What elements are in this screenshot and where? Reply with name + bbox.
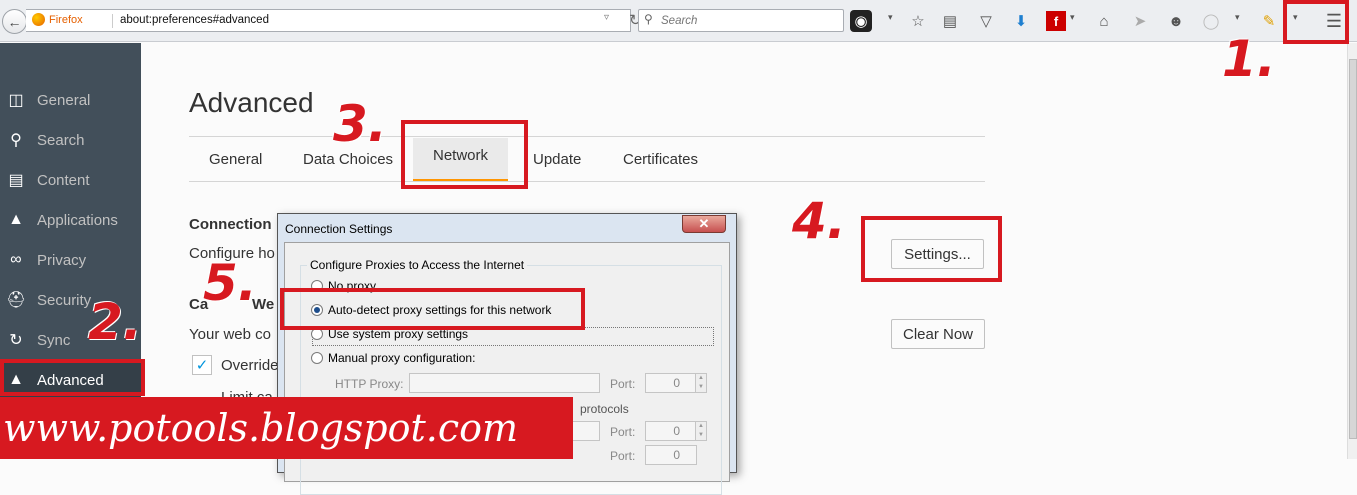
reading-list-icon[interactable]: ▤	[938, 9, 962, 33]
annotation-box-auto-detect	[280, 288, 585, 330]
dialog-title: Connection Settings	[285, 222, 393, 236]
dialog-close-button[interactable]: ✕	[682, 215, 726, 233]
ssl-port-label: Port:	[610, 425, 636, 439]
annotation-number-4: 4.	[792, 192, 846, 250]
annotation-number-5: 5.	[203, 254, 257, 312]
browser-toolbar: ← Firefox about:preferences#advanced ▿ ↻…	[0, 0, 1357, 42]
ssl-port-spinner[interactable]: ▲ ▼	[695, 421, 707, 441]
disabled-addon-icon[interactable]: ◯	[1199, 9, 1223, 33]
tabs-top-divider	[189, 136, 985, 137]
back-button[interactable]: ←	[2, 9, 27, 34]
chat-icon[interactable]: ☻	[1164, 9, 1188, 33]
http-port-input[interactable]: 0	[645, 373, 697, 393]
ftp-port-input[interactable]: 0	[645, 445, 697, 465]
identity-badge[interactable]: Firefox	[32, 13, 83, 26]
general-icon: ◫	[8, 92, 24, 109]
scrollbar-thumb[interactable]	[1349, 59, 1357, 439]
tab-data-choices[interactable]: Data Choices	[303, 151, 393, 168]
firefox-logo-icon	[32, 13, 45, 26]
connection-heading: Connection	[189, 216, 272, 233]
send-icon[interactable]: ➤	[1128, 9, 1152, 33]
watermark-banner: www.potools.blogspot.com	[0, 397, 573, 459]
ssl-port-input[interactable]: 0	[645, 421, 697, 441]
url-text[interactable]: about:preferences#advanced	[120, 14, 269, 26]
home-icon[interactable]: ⌂	[1092, 9, 1116, 33]
mask-icon: ∞	[10, 251, 22, 268]
annotation-number-1: 1.	[1222, 30, 1276, 88]
annotation-box-network-tab	[401, 120, 528, 189]
checkmark-icon: ✓	[195, 357, 209, 374]
sidebar-item-content[interactable]: ▤ Content	[0, 160, 141, 200]
annotation-box-advanced	[0, 359, 145, 396]
vertical-scrollbar[interactable]	[1347, 43, 1357, 459]
download-icon[interactable]: ⬇	[1009, 9, 1033, 33]
tab-certificates[interactable]: Certificates	[623, 151, 698, 168]
sidebar-item-applications[interactable]: ▲ Applications	[0, 200, 141, 240]
spin-up-icon: ▲	[698, 375, 704, 381]
all-protocols-label: protocols	[580, 402, 629, 416]
sidebar-item-privacy[interactable]: ∞ Privacy	[0, 240, 141, 280]
http-proxy-label: HTTP Proxy:	[335, 377, 404, 391]
bookmark-star-icon[interactable]: ☆	[906, 9, 930, 33]
proxy-group-label: Configure Proxies to Access the Internet	[307, 258, 528, 272]
helmet-icon: ⛑	[6, 292, 27, 309]
url-bar[interactable]: Firefox about:preferences#advanced ▿ ↻	[26, 9, 642, 32]
flash-icon[interactable]: f	[1046, 11, 1066, 31]
spin-up-icon: ▲	[698, 423, 704, 429]
spin-down-icon: ▼	[698, 384, 704, 390]
http-port-spinner[interactable]: ▲ ▼	[695, 373, 707, 393]
annotation-box-menu	[1283, 0, 1349, 44]
clear-now-button[interactable]: Clear Now	[891, 319, 985, 349]
annotation-box-settings	[861, 216, 1002, 282]
magnifier-icon: ⚲	[644, 12, 653, 26]
camera-extension-icon[interactable]: ◉	[850, 10, 872, 32]
extension-dropdown-icon[interactable]: ▾	[888, 12, 893, 23]
sidebar-item-general[interactable]: ◫ General	[0, 80, 141, 120]
http-port-label: Port:	[610, 377, 636, 391]
cache-description: Your web co	[189, 326, 272, 343]
sidebar-item-search[interactable]: ⚲ Search	[0, 120, 141, 160]
addon-dropdown-icon[interactable]: ▾	[1235, 12, 1240, 23]
flash-dropdown-icon[interactable]: ▾	[1070, 12, 1075, 23]
search-bar[interactable]: ⚲	[638, 9, 844, 32]
back-arrow-icon: ←	[7, 13, 22, 30]
annotation-number-3: 3.	[333, 95, 387, 153]
override-cache-checkbox[interactable]: ✓	[192, 355, 212, 375]
content-icon: ▤	[8, 172, 24, 189]
page-title: Advanced	[189, 87, 314, 118]
ftp-port-label: Port:	[610, 449, 636, 463]
tab-update[interactable]: Update	[533, 151, 581, 168]
search-icon: ⚲	[10, 132, 22, 149]
http-proxy-input[interactable]	[409, 373, 600, 393]
radio-manual-proxy[interactable]: Manual proxy configuration:	[311, 351, 475, 365]
url-history-dropdown-icon[interactable]: ▿	[604, 12, 609, 23]
radio-button[interactable]	[311, 352, 323, 364]
sync-icon: ↻	[9, 332, 23, 349]
override-cache-label: Override	[221, 357, 279, 374]
tabs-bottom-divider	[189, 181, 985, 182]
annotation-number-2: 2.	[88, 293, 142, 351]
spin-down-icon: ▼	[698, 432, 704, 438]
close-icon: ✕	[698, 216, 710, 231]
rocket-icon: ▲	[8, 211, 24, 228]
url-separator	[112, 14, 113, 28]
search-input[interactable]	[661, 13, 839, 28]
pocket-icon[interactable]: ▽	[974, 9, 998, 33]
tab-general[interactable]: General	[209, 151, 262, 168]
